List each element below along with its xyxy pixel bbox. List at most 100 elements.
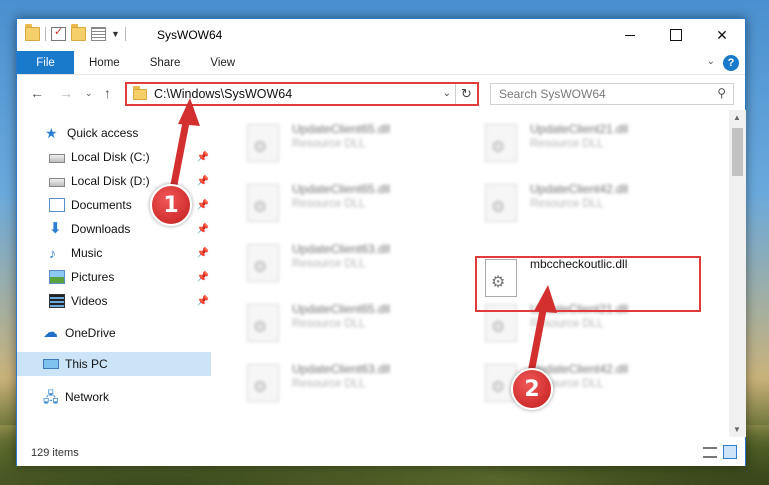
sidebar-item-label: Videos	[71, 294, 108, 308]
highlight-box	[475, 256, 701, 312]
pin-icon: 📌	[196, 175, 209, 187]
list-item[interactable]: ⚙ UpdateClient65.dll Resource DLL	[237, 180, 457, 230]
navigation-pane: ★ Quick access Local Disk (C:) 📌 Local D…	[17, 110, 213, 437]
downloads-icon: ⬇	[49, 220, 62, 237]
list-item[interactable]: ⚙ UpdateClient42.dll Resource DLL	[475, 360, 695, 410]
sidebar-item-pictures[interactable]: Pictures 📌	[17, 266, 213, 288]
tab-share[interactable]: Share	[135, 51, 196, 74]
dll-file-icon: ⚙	[247, 364, 279, 402]
this-pc-icon	[43, 359, 59, 369]
file-name: UpdateClient65.dll	[292, 122, 391, 136]
forward-icon[interactable]: →	[59, 85, 73, 101]
address-path[interactable]: C:\Windows\SysWOW64	[154, 87, 292, 101]
tab-home[interactable]: Home	[74, 51, 135, 74]
window-controls: ✕	[607, 19, 745, 51]
pin-icon: 📌	[196, 247, 209, 259]
sidebar-item-label: Music	[71, 246, 103, 260]
documents-icon	[49, 198, 65, 212]
dll-file-icon: ⚙	[485, 124, 517, 162]
dll-file-icon: ⚙	[247, 124, 279, 162]
status-bar: 129 items	[17, 440, 745, 466]
file-name: UpdateClient63.dll	[292, 242, 391, 256]
file-type: Resource DLL	[292, 138, 366, 150]
file-name: UpdateClient65.dll	[292, 302, 391, 316]
list-item[interactable]: ⚙ UpdateClient21.dll Resource DLL	[475, 120, 695, 170]
search-placeholder: Search SysWOW64	[499, 87, 606, 101]
recent-locations-icon[interactable]: ⌄	[85, 88, 93, 99]
file-type: Resource DLL	[292, 378, 366, 390]
dll-file-icon: ⚙	[247, 304, 279, 342]
sidebar-item-this-pc[interactable]: This PC	[17, 352, 211, 376]
list-item[interactable]: ⚙ UpdateClient63.dll Resource DLL	[237, 240, 457, 290]
scroll-up-icon[interactable]: ▲	[733, 113, 741, 122]
sidebar-item-label: Local Disk (C:)	[71, 150, 150, 164]
ribbon-tabs: File Home Share View ⌄ ?	[17, 51, 745, 75]
sidebar-item-label: This PC	[65, 357, 108, 371]
pin-icon: 📌	[196, 295, 209, 307]
pictures-icon	[49, 270, 65, 284]
file-name: UpdateClient42.dll	[530, 182, 629, 196]
tab-view[interactable]: View	[195, 51, 250, 74]
list-item[interactable]: ⚙ UpdateClient65.dll Resource DLL	[237, 300, 457, 350]
dll-file-icon: ⚙	[485, 184, 517, 222]
sidebar-item-network[interactable]: 🖧 Network	[17, 386, 213, 408]
file-explorer-window: ▼ SysWOW64 ✕ File Home Share View ⌄ ? ← …	[16, 18, 746, 466]
sidebar-item-music[interactable]: ♪ Music 📌	[17, 242, 213, 264]
title-bar: ▼ SysWOW64 ✕	[17, 19, 745, 51]
sidebar-item-local-disk-c[interactable]: Local Disk (C:) 📌	[17, 146, 213, 168]
refresh-icon[interactable]: ↻	[455, 84, 477, 104]
dll-file-icon: ⚙	[247, 184, 279, 222]
maximize-button[interactable]	[653, 19, 699, 51]
folder-icon	[25, 24, 40, 41]
folder-icon	[133, 85, 147, 100]
toolbar-divider	[45, 27, 46, 41]
disk-icon	[49, 154, 65, 163]
network-icon: 🖧	[43, 389, 59, 405]
list-item[interactable]: ⚙ UpdateClient63.dll Resource DLL	[237, 360, 457, 410]
sidebar-item-label: OneDrive	[65, 326, 116, 340]
dll-file-icon: ⚙	[247, 244, 279, 282]
customize-icon[interactable]	[91, 27, 106, 41]
file-type: Resource DLL	[530, 198, 604, 210]
up-icon[interactable]: ↑	[104, 85, 111, 101]
vertical-scrollbar[interactable]: ▲ ▼	[729, 110, 746, 437]
list-item[interactable]: ⚙ UpdateClient42.dll Resource DLL	[475, 180, 695, 230]
properties-icon[interactable]	[51, 25, 66, 41]
chevron-down-icon[interactable]: ⌄	[443, 88, 451, 99]
help-button[interactable]: ?	[723, 55, 739, 71]
details-view-icon[interactable]	[703, 447, 717, 458]
expand-ribbon-icon[interactable]: ⌄	[707, 56, 715, 67]
file-type: Resource DLL	[530, 318, 604, 330]
sidebar-item-label: Quick access	[67, 126, 139, 140]
toolbar-divider	[124, 27, 126, 41]
onedrive-icon: ☁	[43, 324, 58, 341]
scrollbar-thumb[interactable]	[732, 128, 743, 176]
item-count: 129 items	[31, 447, 79, 459]
quick-access-toolbar: ▼	[25, 24, 126, 41]
new-folder-icon[interactable]	[71, 24, 86, 41]
address-bar[interactable]: C:\Windows\SysWOW64 ⌄ ↻	[125, 82, 479, 106]
window-title: SysWOW64	[157, 28, 223, 42]
minimize-button[interactable]	[607, 19, 653, 51]
back-icon[interactable]: ←	[30, 85, 44, 101]
scroll-down-icon[interactable]: ▼	[733, 425, 741, 434]
pin-icon: 📌	[196, 151, 209, 163]
sidebar-item-onedrive[interactable]: ☁ OneDrive	[17, 322, 213, 344]
tab-file[interactable]: File	[17, 51, 74, 74]
list-item[interactable]: ⚙ UpdateClient65.dll Resource DLL	[237, 120, 457, 170]
sidebar-item-videos[interactable]: Videos 📌	[17, 290, 213, 312]
sidebar-item-label: Local Disk (D:)	[71, 174, 150, 188]
pin-icon: 📌	[196, 199, 209, 211]
sidebar-item-label: Documents	[71, 198, 132, 212]
sidebar-item-quick-access[interactable]: ★ Quick access	[17, 122, 213, 144]
file-name: UpdateClient65.dll	[292, 182, 391, 196]
sidebar-item-label: Network	[65, 390, 110, 404]
step-badge-2: 2	[511, 368, 553, 410]
close-button[interactable]: ✕	[699, 19, 745, 51]
large-icons-view-icon[interactable]	[723, 445, 737, 459]
file-name: UpdateClient21.dll	[530, 122, 629, 136]
customize-dropdown-icon[interactable]: ▼	[111, 29, 120, 39]
search-input[interactable]: Search SysWOW64 ⚲	[490, 83, 734, 105]
search-icon[interactable]: ⚲	[717, 86, 726, 100]
file-type: Resource DLL	[292, 318, 366, 330]
